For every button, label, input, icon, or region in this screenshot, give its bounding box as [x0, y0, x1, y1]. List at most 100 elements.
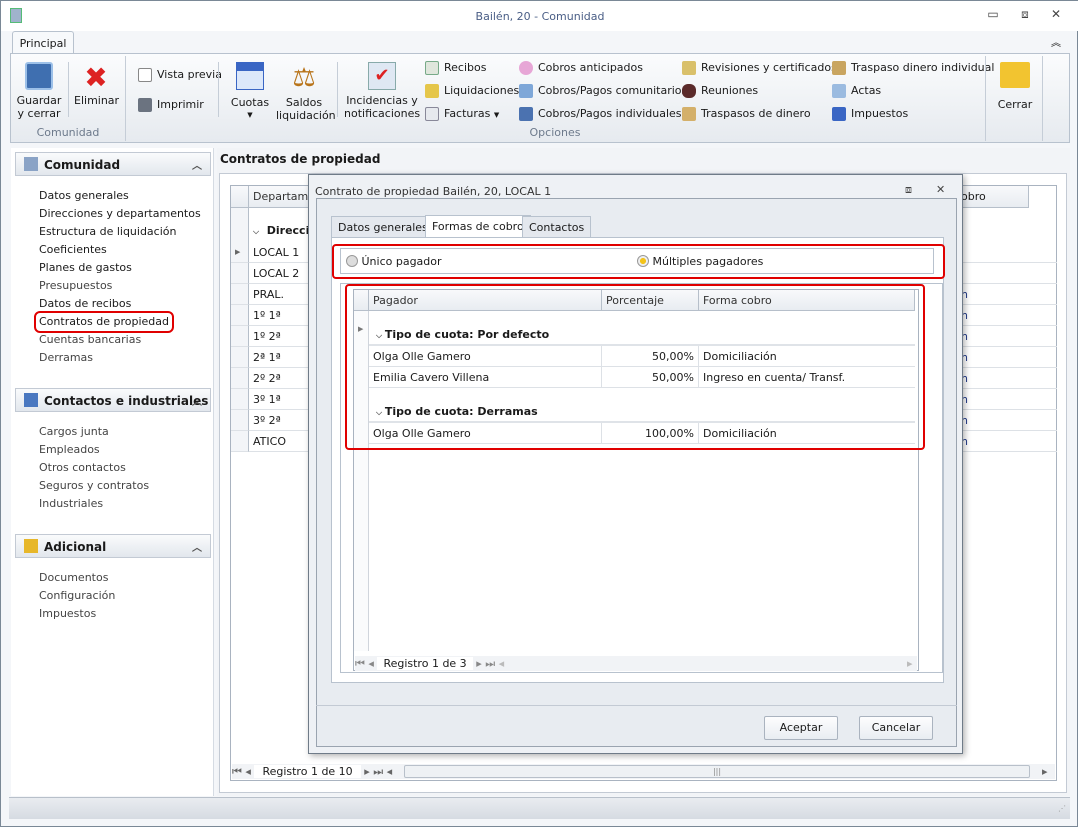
highlight-box — [345, 284, 925, 450]
sidebar-item[interactable]: Impuestos — [39, 605, 96, 623]
cerrar-button[interactable]: Cerrar — [993, 62, 1037, 111]
tab-formas-de-cobro[interactable]: Formas de cobro — [425, 215, 531, 239]
label: Liquidaciones — [444, 84, 520, 97]
sidebar-item[interactable]: Contratos de propiedad — [34, 311, 174, 333]
actas-button[interactable]: Actas — [832, 82, 994, 100]
main-pager: ⏮ ◂ Registro 1 de 10 ▸ ⏭ ◂ ||| ▸ — [232, 764, 1055, 779]
prev-record-button[interactable]: ◂ — [245, 765, 251, 778]
scroll-right-button[interactable]: ▸ — [907, 656, 913, 671]
database-icon — [24, 539, 38, 553]
first-record-button[interactable]: ⏮ — [232, 765, 242, 778]
next-record-button[interactable]: ▸ — [364, 765, 370, 778]
cobros-anticipados-button[interactable]: Cobros anticipados — [519, 59, 687, 77]
liquidaciones-button[interactable]: Liquidaciones — [425, 82, 519, 100]
first-record-button[interactable]: ⏮ — [355, 657, 365, 670]
sidebar-item[interactable]: Planes de gastos — [39, 259, 132, 277]
label: Reuniones — [701, 84, 759, 97]
sidebar-item[interactable]: Presupuestos — [39, 277, 112, 295]
group-label-comunidad: Comunidad — [36, 126, 100, 139]
tab-principal[interactable]: Principal — [12, 31, 74, 54]
dialog-restore-button[interactable]: ⧈ — [905, 183, 912, 197]
traspaso-individual-button[interactable]: Traspaso dinero individual — [832, 59, 994, 77]
last-record-button[interactable]: ⏭ — [373, 765, 383, 778]
row-indicator[interactable] — [231, 263, 249, 284]
sidebar-item[interactable]: Datos de recibos — [39, 295, 131, 313]
minimize-button[interactable]: ▭ — [983, 7, 1003, 25]
sidebar-item[interactable]: Otros contactos — [39, 459, 126, 477]
imprimir-button[interactable]: Imprimir — [138, 96, 204, 114]
group-row-direccion[interactable]: ⌵ Direcci — [253, 224, 309, 237]
vista-previa-button[interactable]: Vista previa — [138, 66, 222, 84]
scroll-left-button[interactable]: ◂ — [387, 765, 393, 778]
prev-record-button[interactable]: ◂ — [368, 657, 374, 670]
row-indicator[interactable]: ▶ — [231, 242, 249, 263]
row-indicator[interactable] — [231, 389, 249, 410]
scroll-left-button[interactable]: ◂ — [499, 657, 505, 670]
guardar-cerrar-button[interactable]: Guardar y cerrar — [16, 62, 62, 120]
dialog-close-button[interactable]: ✕ — [936, 183, 945, 196]
sidebar-item[interactable]: Documentos — [39, 569, 108, 587]
tab-contactos[interactable]: Contactos — [522, 216, 592, 238]
recibos-button[interactable]: Recibos — [425, 59, 519, 77]
record-counter: Registro 1 de 10 — [254, 765, 361, 778]
page-title: Contratos de propiedad — [220, 152, 381, 166]
liquidation-icon — [425, 84, 439, 98]
dialog-pager: ⏮ ◂ Registro 1 de 3 ▸ ⏭ ◂ ▸ — [355, 656, 917, 671]
reuniones-button[interactable]: Reuniones — [682, 82, 837, 100]
sidebar-group-2[interactable]: Adicional ︿ — [15, 534, 211, 558]
sidebar-item[interactable]: Empleados — [39, 441, 100, 459]
cuotas-button[interactable]: Cuotas ▼ — [229, 62, 271, 122]
eliminar-button[interactable]: ✖ Eliminar — [74, 62, 119, 108]
sidebar-item[interactable]: Datos generales — [39, 187, 129, 205]
column-header-forma-cobro[interactable]: obro — [961, 190, 986, 203]
row-indicator[interactable] — [231, 410, 249, 431]
sidebar-group-0[interactable]: Comunidad ︿ — [15, 152, 211, 176]
impuestos-button[interactable]: Impuestos — [832, 105, 994, 123]
sidebar-item[interactable]: Cuentas bancarias — [39, 331, 141, 349]
sidebar-item[interactable]: Coeficientes — [39, 241, 107, 259]
chevron-up-icon[interactable]: ︿ — [192, 393, 202, 408]
label: Traspaso dinero individual — [851, 61, 995, 74]
sidebar-item[interactable]: Seguros y contratos — [39, 477, 149, 495]
sidebar-item[interactable]: Derramas — [39, 349, 93, 367]
sidebar-item[interactable]: Industriales — [39, 495, 103, 513]
row-indicator[interactable] — [231, 347, 249, 368]
label: liquidación — [276, 109, 336, 122]
clipboard-check-icon: ✔ — [368, 62, 396, 90]
sidebar-group-title: Contactos e industriales — [44, 394, 209, 408]
incidencias-button[interactable]: ✔ Incidencias y notificaciones — [344, 62, 420, 120]
sidebar-item[interactable]: Estructura de liquidación — [39, 223, 176, 241]
horizontal-scrollbar[interactable]: ||| — [404, 765, 1030, 778]
cobros-pagos-individuales-button[interactable]: Cobros/Pagos individuales — [519, 105, 687, 123]
chevron-up-icon[interactable]: ︿ — [192, 539, 202, 554]
row-indicator[interactable] — [231, 284, 249, 305]
sidebar-item[interactable]: Direcciones y departamentos — [39, 205, 201, 223]
last-record-button[interactable]: ⏭ — [485, 657, 495, 670]
status-bar: ⋰ — [9, 797, 1070, 819]
row-indicator[interactable] — [231, 326, 249, 347]
tab-datos-generales[interactable]: Datos generales — [331, 216, 435, 238]
sidebar-group-1[interactable]: Contactos e industriales ︿ — [15, 388, 211, 412]
row-indicator[interactable] — [231, 305, 249, 326]
sidebar-item[interactable]: Configuración — [39, 587, 115, 605]
save-icon — [25, 62, 53, 90]
resize-grip-icon[interactable]: ⋰ — [1058, 804, 1066, 813]
label: Cobros/Pagos comunitarios — [538, 84, 688, 97]
close-button[interactable]: ✕ — [1046, 7, 1066, 25]
scroll-right-button[interactable]: ▸ — [1042, 764, 1048, 779]
restore-button[interactable]: ⧈ — [1015, 7, 1035, 25]
sidebar-item[interactable]: Cargos junta — [39, 423, 109, 441]
chevron-up-icon[interactable]: ︿ — [192, 157, 202, 172]
cobros-pagos-comunitarios-button[interactable]: Cobros/Pagos comunitarios — [519, 82, 687, 100]
collapse-ribbon-button[interactable]: ︽ — [1051, 34, 1061, 49]
revisiones-certificados-button[interactable]: Revisiones y certificados — [682, 59, 837, 77]
saldos-liquidacion-button[interactable]: ⚖ Saldos liquidación — [276, 62, 336, 122]
aceptar-button[interactable]: Aceptar — [764, 716, 838, 740]
row-indicator[interactable] — [231, 431, 249, 452]
label: Actas — [851, 84, 882, 97]
traspasos-dinero-button[interactable]: Traspasos de dinero — [682, 105, 837, 123]
facturas-button[interactable]: Facturas ▼ — [425, 105, 519, 123]
cancelar-button[interactable]: Cancelar — [859, 716, 933, 740]
row-indicator[interactable] — [231, 368, 249, 389]
next-record-button[interactable]: ▸ — [476, 657, 482, 670]
